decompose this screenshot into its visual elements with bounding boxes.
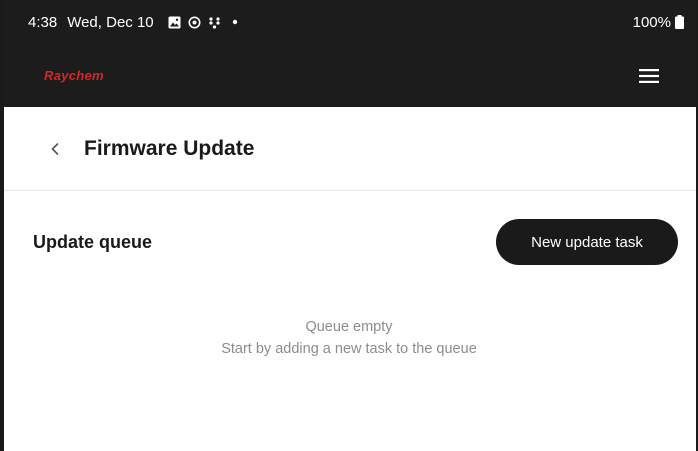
status-time: 4:38 bbox=[28, 13, 58, 31]
new-update-task-button[interactable]: New update task bbox=[496, 219, 678, 265]
status-left: 4:38 Wed, Dec 10 bbox=[28, 14, 242, 31]
image-icon bbox=[168, 15, 182, 29]
battery-icon bbox=[675, 15, 684, 29]
screen-edge-left bbox=[0, 0, 4, 451]
status-date: Wed, Dec 10 bbox=[67, 13, 154, 31]
sync-icon bbox=[188, 15, 202, 29]
section-title: Update queue bbox=[33, 231, 153, 252]
hamburger-menu-button[interactable] bbox=[638, 67, 660, 85]
status-right: 100% bbox=[633, 14, 684, 31]
page-title: Firmware Update bbox=[84, 136, 255, 160]
empty-queue-hint: Start by adding a new task to the queue bbox=[221, 341, 477, 357]
back-button[interactable] bbox=[46, 138, 64, 160]
empty-queue-title: Queue empty bbox=[305, 319, 393, 335]
update-queue-header: Update queue New update task bbox=[0, 218, 698, 266]
empty-queue-message: Queue empty Start by adding a new task t… bbox=[0, 316, 698, 360]
app-screen: 4:38 Wed, Dec 10 100% Raychem Firmware U… bbox=[0, 0, 698, 451]
hamburger-menu-icon bbox=[639, 68, 659, 83]
battery-percentage: 100% bbox=[632, 13, 671, 31]
dots-grid-icon bbox=[208, 15, 222, 29]
status-bar: 4:38 Wed, Dec 10 100% bbox=[0, 0, 698, 44]
page-title-bar: Firmware Update bbox=[0, 107, 698, 191]
dot-icon bbox=[228, 15, 242, 29]
chevron-left-icon bbox=[51, 142, 59, 155]
notification-icons bbox=[168, 15, 242, 29]
brand-logo: Raychem bbox=[44, 68, 104, 83]
app-header: Raychem bbox=[0, 44, 698, 107]
